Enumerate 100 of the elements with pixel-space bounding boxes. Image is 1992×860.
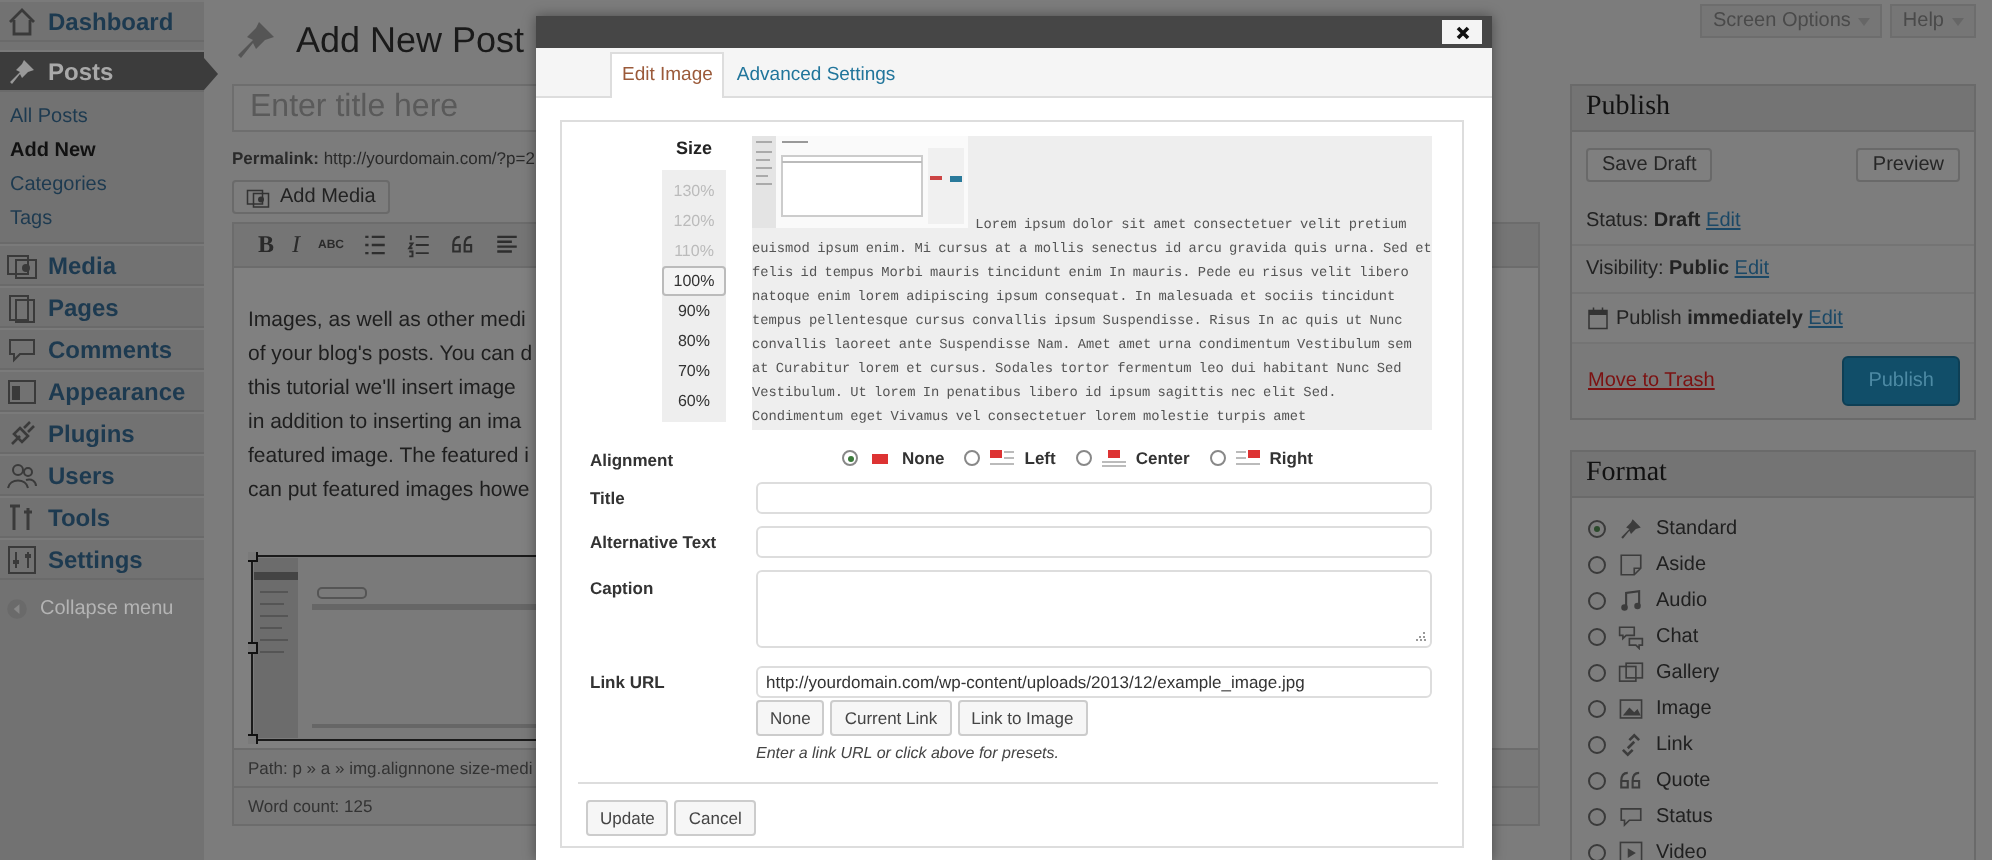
format-label: Standard bbox=[1656, 517, 1738, 539]
post-text-line: this tutorial we'll insert image bbox=[248, 374, 516, 404]
calendar-icon bbox=[1586, 306, 1610, 330]
chain-link-icon bbox=[1618, 731, 1644, 757]
add-media-button[interactable]: Add Media bbox=[232, 180, 390, 214]
music-note-icon bbox=[1618, 587, 1644, 613]
quote-icon bbox=[1618, 767, 1644, 793]
align-left-icon bbox=[494, 232, 521, 258]
edit-link[interactable]: Edit bbox=[1706, 210, 1741, 232]
post-text-line: featured image. The featured i bbox=[248, 442, 529, 472]
field-label: Link URL bbox=[590, 670, 667, 692]
size-option[interactable]: 100% bbox=[662, 266, 726, 296]
menu-item[interactable]: Comments bbox=[0, 328, 204, 370]
radio-button[interactable] bbox=[842, 450, 858, 466]
alignment-label: Right bbox=[1269, 448, 1313, 468]
url-field[interactable]: http://yourdomain.com/wp-content/uploads/2013/12/example_image.jpg bbox=[756, 666, 1432, 698]
publish-button[interactable]: Publish bbox=[1842, 356, 1960, 406]
toolbar-button[interactable] bbox=[450, 232, 477, 258]
size-option[interactable]: 90% bbox=[662, 296, 726, 326]
dialog-button[interactable]: Update bbox=[586, 800, 669, 836]
field-label: Caption bbox=[590, 576, 656, 598]
close-button[interactable] bbox=[1442, 20, 1482, 44]
link-preset-button[interactable]: Current Link bbox=[830, 700, 952, 736]
text-field[interactable] bbox=[756, 526, 1432, 558]
publish-schedule: Publish immediately Edit bbox=[1616, 307, 1843, 329]
sliders-icon bbox=[6, 543, 38, 575]
field-label: Alternative Text bbox=[590, 530, 719, 552]
format-label: Chat bbox=[1656, 625, 1699, 647]
radio-button[interactable] bbox=[1588, 519, 1606, 537]
size-option[interactable]: 80% bbox=[662, 326, 726, 356]
post-text-line: in addition to inserting an ima bbox=[248, 408, 522, 438]
tools-icon bbox=[6, 501, 38, 533]
layout-icon bbox=[6, 375, 38, 407]
format-button[interactable]: I bbox=[292, 230, 301, 260]
submenu-item[interactable]: Add New bbox=[0, 134, 204, 168]
menu-item[interactable]: Users bbox=[0, 454, 204, 496]
resize-grip-icon bbox=[1416, 632, 1426, 642]
bulleted-list-icon bbox=[362, 232, 389, 258]
caption-field[interactable] bbox=[756, 570, 1432, 648]
alignment-icon bbox=[1099, 448, 1128, 468]
format-label: Gallery bbox=[1656, 661, 1720, 683]
radio-button[interactable] bbox=[1588, 591, 1606, 609]
menu-item[interactable]: Pages bbox=[0, 286, 204, 328]
text-field[interactable] bbox=[756, 482, 1432, 514]
media-icon bbox=[6, 249, 38, 281]
radio-button[interactable] bbox=[964, 450, 981, 466]
submenu-item[interactable]: Tags bbox=[0, 202, 204, 236]
collapse-menu-link[interactable]: Collapse menu bbox=[40, 598, 174, 620]
edit-link[interactable]: Edit bbox=[1808, 307, 1843, 329]
format-label: Image bbox=[1656, 697, 1712, 719]
menu-item[interactable]: Appearance bbox=[0, 370, 204, 412]
size-option[interactable]: 70% bbox=[662, 356, 726, 386]
help-text: Enter a link URL or click above for presets. bbox=[756, 744, 1061, 762]
radio-button[interactable] bbox=[1588, 627, 1606, 645]
note-icon bbox=[1618, 551, 1644, 577]
dialog-tab[interactable]: Advanced Settings bbox=[724, 52, 908, 98]
photos-icon bbox=[1618, 659, 1644, 685]
preview-button[interactable]: Preview bbox=[1856, 148, 1960, 182]
move-to-trash-link[interactable]: Move to Trash bbox=[1588, 370, 1715, 392]
radio-button[interactable] bbox=[1588, 555, 1606, 573]
radio-button[interactable] bbox=[1588, 807, 1606, 825]
radio-button[interactable] bbox=[1075, 450, 1092, 466]
panel-title: Format bbox=[1572, 452, 1974, 498]
radio-button[interactable] bbox=[1588, 771, 1606, 789]
submenu-item[interactable]: All Posts bbox=[0, 100, 204, 134]
toolbar-button[interactable] bbox=[406, 232, 433, 258]
radio-button[interactable] bbox=[1588, 663, 1606, 681]
radio-button[interactable] bbox=[1209, 450, 1226, 466]
image-icon bbox=[1618, 695, 1644, 721]
edit-link[interactable]: Edit bbox=[1734, 258, 1770, 280]
menu-item[interactable]: Settings bbox=[0, 538, 204, 580]
radio-button[interactable] bbox=[1588, 843, 1606, 860]
format-label: Video bbox=[1656, 841, 1707, 860]
menu-item[interactable]: Media bbox=[0, 244, 204, 286]
toolbar-button[interactable] bbox=[494, 232, 521, 258]
save-draft-button[interactable]: Save Draft bbox=[1586, 148, 1713, 182]
pin-icon bbox=[1618, 515, 1644, 541]
alignment-icon bbox=[988, 448, 1017, 468]
permalink: Permalink: http://yourdomain.com/?p=2 bbox=[232, 148, 535, 168]
house-icon bbox=[6, 5, 38, 37]
radio-button[interactable] bbox=[1588, 735, 1606, 753]
size-option[interactable]: 60% bbox=[662, 386, 726, 416]
post-visibility: Visibility: Public Edit bbox=[1586, 258, 1770, 280]
post-text-line: can put featured images howe bbox=[248, 476, 530, 506]
pages-icon bbox=[6, 291, 38, 323]
format-label: Aside bbox=[1656, 553, 1707, 575]
toolbar-button[interactable] bbox=[362, 232, 389, 258]
format-button[interactable]: B bbox=[258, 230, 275, 260]
link-preset-button[interactable]: Link to Image bbox=[957, 700, 1088, 736]
menu-item[interactable]: Tools bbox=[0, 496, 204, 538]
link-preset-button[interactable]: None bbox=[756, 700, 825, 736]
radio-button[interactable] bbox=[1588, 699, 1606, 717]
dialog-tab[interactable]: Edit Image bbox=[610, 52, 725, 98]
alignment-label: Left bbox=[1024, 448, 1056, 468]
page-title: Add New Post bbox=[296, 19, 525, 61]
submenu-item[interactable]: Categories bbox=[0, 168, 204, 202]
menu-item[interactable]: Plugins bbox=[0, 412, 204, 454]
dialog-button[interactable]: Cancel bbox=[674, 800, 756, 836]
people-icon bbox=[6, 459, 38, 491]
menu-item[interactable]: Dashboard bbox=[0, 0, 204, 42]
